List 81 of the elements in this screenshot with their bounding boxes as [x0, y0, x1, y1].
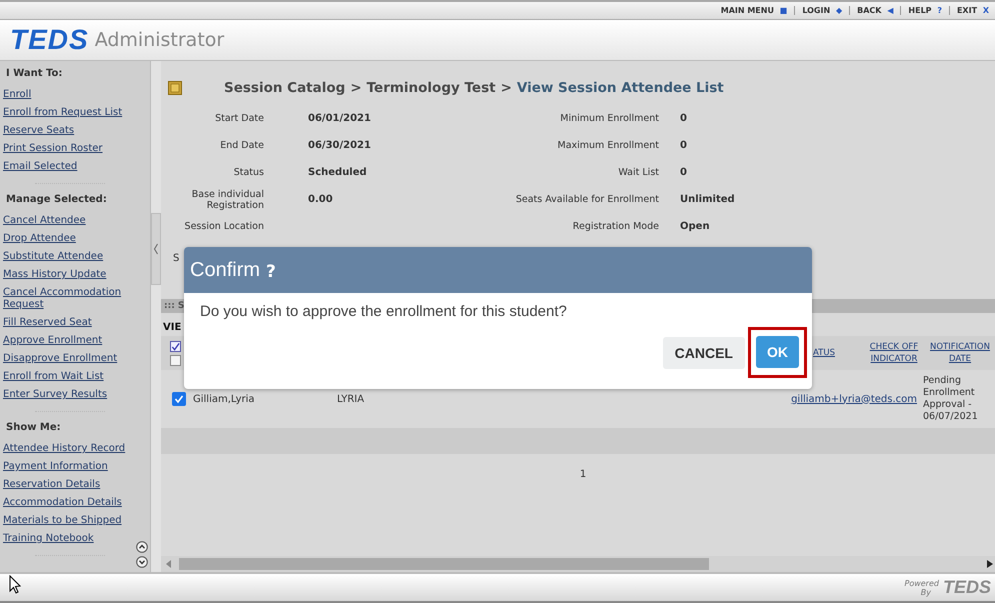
nav-link[interactable]: BACK ◀ — [857, 6, 894, 15]
sidebar-heading: Manage Selected: — [6, 194, 108, 205]
email-link[interactable]: gilliamb+lyria@teds.com — [791, 394, 917, 404]
scroll-up-icon[interactable] — [136, 541, 148, 553]
field-label: Registration Mode — [572, 221, 659, 232]
field-value: Open — [680, 221, 710, 232]
sidebar-link[interactable]: Print Session Roster — [3, 140, 150, 158]
app-title: Administrator — [94, 29, 224, 51]
nav-link[interactable]: EXIT X — [956, 6, 989, 15]
sidebar-link[interactable]: Cancel Attendee — [3, 212, 150, 230]
dialog-title: Confirm — [190, 258, 260, 282]
breadcrumb-separator: > — [500, 80, 512, 96]
breadcrumb-separator: > — [350, 80, 362, 96]
page-number[interactable]: 1 — [580, 469, 586, 480]
field-value: 06/30/2021 — [308, 140, 371, 151]
field-value: 0 — [680, 113, 687, 124]
sidebar-link[interactable]: Approve Enrollment — [3, 332, 150, 350]
field-value: Unlimited — [680, 194, 735, 205]
field-value: Scheduled — [308, 167, 367, 178]
nav-link[interactable]: MAIN MENU ■ — [720, 6, 788, 15]
breadcrumb-item[interactable]: Session Catalog — [224, 80, 346, 96]
sidebar-link[interactable]: Reserve Seats — [3, 122, 150, 140]
horizontal-scrollbar[interactable] — [161, 556, 995, 572]
logo: TEDS — [10, 24, 89, 56]
field-label: End Date — [219, 140, 264, 151]
sidebar-link[interactable]: Email Selected — [3, 158, 150, 176]
field-label: Session Location — [184, 221, 264, 232]
check-all-icon[interactable] — [170, 340, 181, 352]
view-label: VIE — [163, 322, 182, 333]
field-value: 0 — [680, 167, 687, 178]
scroll-left-icon[interactable] — [166, 560, 172, 568]
column-header-link[interactable]: CHECK OFF INDICATOR — [863, 341, 925, 365]
collapse-handle[interactable] — [151, 213, 161, 285]
table-cell-text: Pending Enrollment Approval - 06/07/2021 — [922, 375, 979, 423]
sidebar-link[interactable]: Accommodation Details — [3, 494, 150, 512]
table-cell-text: Gilliam,Lyria — [193, 394, 256, 404]
field-label: Status — [232, 167, 264, 178]
sidebar-link[interactable]: Enroll from Wait List — [3, 368, 150, 386]
field-value: 06/01/2021 — [308, 113, 371, 124]
field-label: Start Date — [214, 113, 264, 124]
sidebar-link[interactable]: Disapprove Enrollment — [3, 350, 150, 368]
row-checkbox[interactable] — [172, 392, 186, 406]
field-label: Base individual Registration — [190, 188, 264, 210]
field-label: Wait List — [617, 167, 659, 178]
field-label: S — [173, 253, 180, 264]
powered-text: Powered — [904, 578, 939, 588]
sidebar-link[interactable]: Enroll — [3, 86, 150, 104]
scroll-right-icon[interactable] — [987, 560, 993, 568]
sidebar-link[interactable]: Payment Information — [3, 458, 150, 476]
sidebar-link[interactable]: Reservation Details — [3, 476, 150, 494]
scroll-down-icon[interactable] — [136, 556, 148, 568]
footer-logo: TEDS — [942, 577, 991, 598]
sidebar-link[interactable]: Materials to be Shipped — [3, 512, 150, 530]
field-label: Maximum Enrollment — [556, 140, 659, 151]
mouse-pointer-icon — [9, 575, 21, 594]
table-cell-text: LYRIA — [337, 394, 366, 404]
nav-link[interactable]: HELP ? — [908, 6, 942, 15]
sidebar-link[interactable]: Fill Reserved Seat — [3, 314, 150, 332]
sidebar-link[interactable]: Enter Survey Results — [3, 386, 150, 404]
field-value: 0 — [680, 140, 687, 151]
help-icon: ? — [266, 262, 276, 282]
cancel-button[interactable]: CANCEL — [662, 336, 745, 368]
sidebar-link[interactable]: Enroll from Request List — [3, 104, 150, 122]
sidebar-link[interactable]: Cancel Accommodation Request — [3, 284, 150, 314]
column-header-link[interactable]: NOTIFICATION DATE — [925, 341, 995, 365]
sidebar-link[interactable]: Training Notebook — [3, 530, 150, 548]
calendar-icon — [168, 81, 182, 95]
breadcrumb-item: View Session Attendee List — [516, 80, 724, 96]
sidebar-link[interactable]: Drop Attendee — [3, 230, 150, 248]
sidebar-heading: I Want To: — [6, 68, 64, 79]
uncheck-all-icon[interactable] — [170, 354, 181, 366]
field-value: 0.00 — [308, 194, 333, 205]
breadcrumb-item[interactable]: Terminology Test — [366, 80, 496, 96]
sidebar-link[interactable]: Substitute Attendee — [3, 248, 150, 266]
sidebar-link[interactable]: Mass History Update — [3, 266, 150, 284]
sidebar-link[interactable]: Attendee History Record — [3, 440, 150, 458]
sidebar-heading: Show Me: — [6, 422, 62, 433]
nav-link[interactable]: LOGIN ◆ — [802, 6, 842, 15]
field-label: Seats Available for Enrollment — [514, 194, 659, 205]
by-text: By — [920, 588, 931, 596]
field-label: Minimum Enrollment — [559, 113, 659, 124]
